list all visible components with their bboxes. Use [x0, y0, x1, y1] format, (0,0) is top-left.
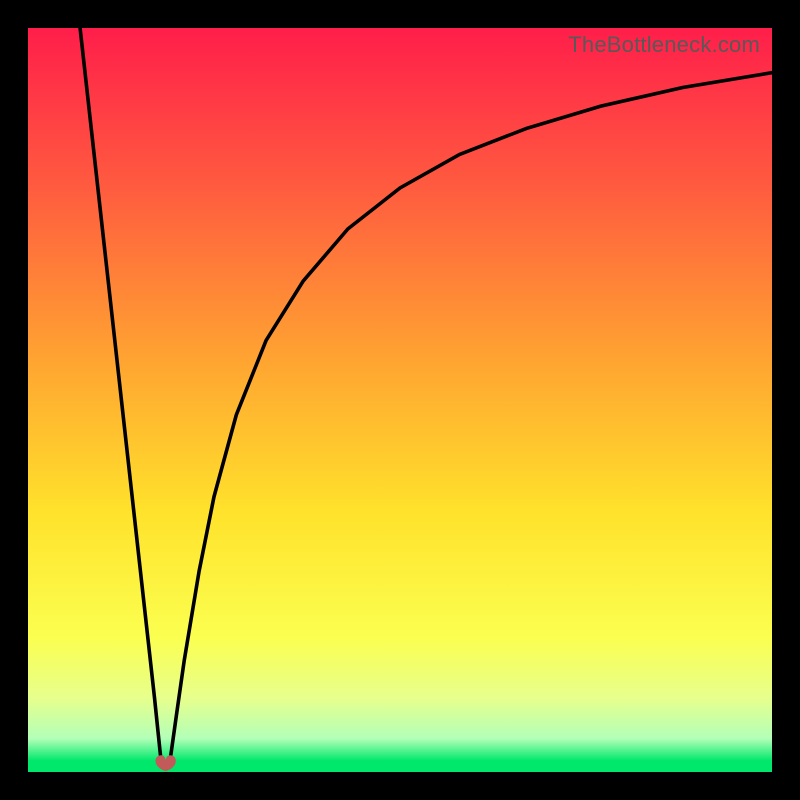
watermark-text: TheBottleneck.com: [568, 32, 760, 58]
gradient-background: [28, 28, 772, 772]
chart-frame: TheBottleneck.com: [28, 28, 772, 772]
chart-svg: [28, 28, 772, 772]
